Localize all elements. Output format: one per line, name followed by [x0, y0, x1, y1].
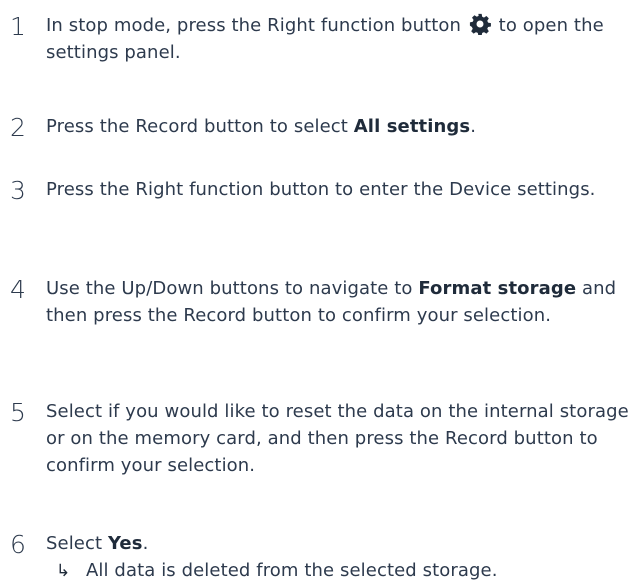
step-text: Press the Right function button to enter… — [46, 179, 596, 200]
step-text-before: Press the Record button to select — [46, 116, 354, 137]
step-main-line: Select Yes. — [46, 530, 644, 557]
step-text-after: . — [470, 116, 477, 137]
step-text: Select Yes. ↳ All data is deleted from t… — [46, 530, 644, 585]
result-text: All data is deleted from the selected st… — [86, 560, 498, 581]
step-number: 5 — [10, 398, 26, 427]
result-arrow-icon: ↳ — [56, 561, 71, 581]
step-number: 3 — [10, 176, 26, 205]
step-text: Press the Record button to select All se… — [46, 113, 644, 140]
step-text-before: Use the Up/Down buttons to navigate to — [46, 278, 419, 299]
step-result: ↳ All data is deleted from the selected … — [56, 557, 644, 585]
step-text: Use the Up/Down buttons to navigate to F… — [46, 275, 644, 329]
step-text-before: In stop mode, press the Right function b… — [46, 15, 462, 36]
step-5: 5 Select if you would like to reset the … — [0, 398, 644, 479]
step-text: In stop mode, press the Right function b… — [46, 12, 644, 66]
bold-term: All settings — [353, 116, 471, 137]
step-number: 6 — [10, 530, 26, 559]
step-text-after: . — [142, 533, 149, 554]
step-2: 2 Press the Record button to select All … — [0, 113, 644, 144]
step-text-before: Select — [46, 533, 108, 554]
bold-term: Yes — [107, 533, 143, 554]
bold-term: Format storage — [418, 278, 577, 299]
step-number: 4 — [10, 275, 26, 304]
step-6: 6 Select Yes. ↳ All data is deleted from… — [0, 530, 644, 585]
step-1: 1 In stop mode, press the Right function… — [0, 12, 644, 66]
instruction-steps: 1 In stop mode, press the Right function… — [0, 0, 644, 588]
step-number: 1 — [10, 12, 26, 41]
step-3: 3 Press the Right function button to ent… — [0, 176, 644, 207]
gear-icon — [469, 13, 491, 35]
step-text: Select if you would like to reset the da… — [46, 401, 629, 476]
step-number: 2 — [10, 113, 26, 142]
step-4: 4 Use the Up/Down buttons to navigate to… — [0, 275, 644, 329]
